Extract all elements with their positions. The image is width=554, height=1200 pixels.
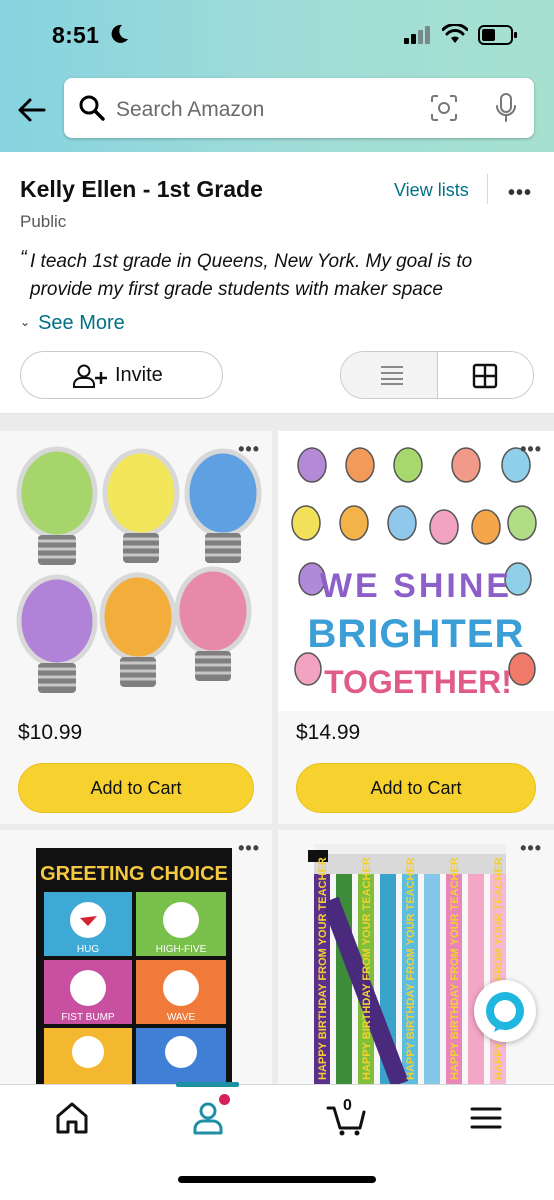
product-image-greeting-choice-poster[interactable]: GREETING CHOICE HUG HIGH-FIVE FIST BUMP …	[0, 830, 272, 1084]
home-indicator	[178, 1176, 376, 1183]
divider	[487, 174, 488, 204]
pencil-text: HAPPY BIRTHDAY FROM YOUR TEACHER	[493, 857, 505, 1080]
grid-view-icon	[472, 363, 498, 389]
search-input[interactable]: Search Amazon	[116, 98, 264, 122]
more-options-icon[interactable]: •••	[520, 838, 542, 859]
battery-icon	[478, 25, 517, 45]
add-person-icon	[73, 364, 107, 388]
pencil-text: HAPPY BIRTHDAY FROM YOUR TEACHER	[361, 857, 373, 1080]
cart-count: 0	[343, 1097, 352, 1114]
chevron-down-icon: ⌄	[20, 315, 31, 329]
poster-title: GREETING CHOICE	[40, 863, 228, 885]
product-image-lightbulbs[interactable]	[0, 431, 272, 711]
status-bar: 8:51	[0, 0, 554, 70]
moon-icon	[111, 24, 128, 43]
grid-view-button[interactable]	[437, 352, 533, 398]
cellular-signal-icon	[404, 26, 430, 44]
view-toggle[interactable]	[340, 351, 534, 399]
svg-text:WE SHINE: WE SHINE	[320, 567, 512, 605]
list-description-text: I teach 1st grade in Queens, New York. M…	[30, 251, 473, 300]
product-image-birthday-pencils[interactable]: HAPPY BIRTHDAY FROM YOUR TEACHER HAPPY B…	[278, 830, 554, 1084]
poster-tile-label: FIST BUMP	[61, 1012, 114, 1023]
account-icon[interactable]	[188, 1100, 228, 1136]
status-time: 8:51	[52, 22, 100, 48]
quote-mark: “	[20, 247, 27, 269]
pencil-text: HAPPY BIRTHDAY FROM YOUR TEACHER	[317, 857, 329, 1080]
product-image-we-shine-poster[interactable]: WE SHINE BRIGHTER TOGETHER!	[278, 431, 554, 711]
microphone-icon[interactable]	[494, 92, 518, 124]
poster-text-line2: BRIGHTER	[308, 612, 525, 656]
more-options-icon[interactable]: •••	[508, 182, 532, 205]
pencil-text: HAPPY BIRTHDAY FROM YOUR TEACHER	[449, 857, 461, 1080]
poster-text-line1: WE SHINE	[320, 567, 512, 605]
pencil-text: HAPPY BIRTHDAY FROM YOUR TEACHER	[405, 857, 417, 1080]
list-title: Kelly Ellen - 1st Grade	[20, 176, 263, 202]
menu-icon[interactable]	[466, 1100, 506, 1136]
product-price: $14.99	[296, 721, 361, 744]
product-card[interactable]: GREETING CHOICE HUG HIGH-FIVE FIST BUMP …	[0, 830, 272, 1084]
list-visibility: Public	[20, 212, 67, 231]
search-icon	[79, 95, 105, 121]
view-lists-link[interactable]: View lists	[394, 180, 469, 201]
product-card[interactable]: ••• $10.99 Add to Cart	[0, 431, 272, 824]
see-more-link[interactable]: ⌄ See More	[20, 312, 125, 335]
wifi-icon	[442, 24, 468, 43]
more-options-icon[interactable]: •••	[238, 439, 260, 460]
see-more-label: See More	[38, 312, 125, 334]
svg-text:TOGETHER!: TOGETHER!	[324, 664, 512, 700]
invite-label: Invite	[115, 364, 163, 386]
list-view-button[interactable]	[341, 352, 437, 398]
list-description: “ I teach 1st grade in Queens, New York.…	[20, 247, 534, 304]
poster-text-line3: TOGETHER!	[324, 664, 512, 700]
product-card[interactable]: HAPPY BIRTHDAY FROM YOUR TEACHER HAPPY B…	[278, 830, 554, 1084]
notification-badge	[219, 1094, 230, 1105]
alexa-icon	[486, 992, 524, 1032]
product-price: $10.99	[18, 721, 83, 744]
poster-tile-label: HUG	[77, 944, 99, 955]
svg-text:BRIGHTER: BRIGHTER	[308, 612, 525, 656]
product-card[interactable]: WE SHINE BRIGHTER TOGETHER! ••• $14.99 A…	[278, 431, 554, 824]
camera-scan-icon[interactable]	[430, 94, 458, 122]
poster-tile-label: HIGH-FIVE	[156, 944, 207, 955]
home-icon[interactable]	[52, 1100, 92, 1136]
add-to-cart-button[interactable]: Add to Cart	[18, 763, 254, 813]
more-options-icon[interactable]: •••	[238, 838, 260, 859]
list-view-icon	[381, 366, 403, 385]
invite-button[interactable]: Invite	[20, 351, 223, 399]
active-tab-indicator	[176, 1082, 239, 1087]
search-bar[interactable]: Search Amazon	[64, 78, 534, 138]
poster-tile-label: WAVE	[167, 1012, 196, 1023]
alexa-button[interactable]	[474, 980, 536, 1042]
back-arrow-icon[interactable]	[16, 94, 48, 126]
add-to-cart-button[interactable]: Add to Cart	[296, 763, 536, 813]
more-options-icon[interactable]: •••	[520, 439, 542, 460]
